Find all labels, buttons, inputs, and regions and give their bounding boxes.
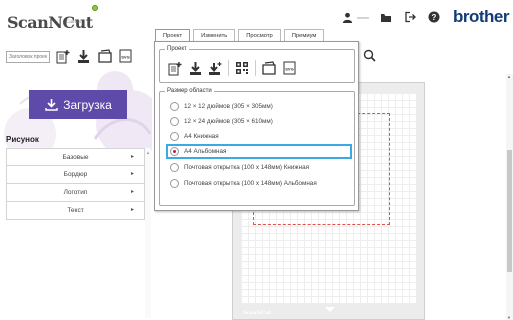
mat-arrow-icon (325, 307, 335, 312)
divider (255, 60, 256, 76)
category-label: Бордюр (63, 171, 88, 178)
category-list: Базовые ▸ Бордюр ▸ Логотип ▸ Текст ▸ (6, 148, 145, 220)
left-panel: SVG Загрузка Рисунок Базовые ▸ Бордюр ▸ … (0, 34, 152, 320)
section-title: Рисунок (6, 135, 39, 144)
download-icon[interactable] (76, 48, 91, 64)
download-plus-icon[interactable] (208, 61, 222, 76)
radio-button[interactable] (170, 102, 179, 111)
canvas-scrollbar[interactable]: ▲ ▼ (506, 74, 513, 320)
open-folder-icon[interactable] (262, 61, 276, 76)
scrollbar-thumb[interactable] (507, 150, 512, 272)
svg-text:SVG: SVG (121, 55, 129, 60)
category-label: Логотип (63, 189, 88, 196)
user-menu[interactable]: xxxxxx (340, 10, 369, 24)
brand-logo: brother (453, 7, 510, 26)
logo-subtitle: Canvas (66, 20, 81, 25)
logout-icon[interactable] (403, 10, 417, 24)
left-scrollbar[interactable]: ▲ (145, 148, 151, 318)
help-icon[interactable]: ? (427, 10, 441, 24)
category-item-text[interactable]: Текст ▸ (6, 202, 145, 220)
logo-dot-icon (92, 5, 98, 11)
scroll-up-icon[interactable]: ▲ (507, 74, 511, 79)
radio-button[interactable] (170, 132, 179, 141)
size-option-label: Почтовая открытка (100 x 148мм) Книжная (184, 164, 310, 171)
size-option-12x12[interactable]: 12 × 12 дюймов (305 × 305мм) (170, 102, 350, 111)
radio-button[interactable] (170, 117, 179, 126)
new-project-icon[interactable] (55, 48, 70, 64)
size-option-12x24[interactable]: 12 × 24 дюймов (305 × 610мм) (170, 117, 350, 126)
upload-label: Загрузка (63, 97, 112, 112)
area-size-group: Размер области 12 × 12 дюймов (305 × 305… (159, 88, 355, 206)
tab-edit[interactable]: Изменить (193, 29, 236, 41)
size-option-label: Почтовая открытка (100 x 148мм) Альбомна… (184, 180, 317, 187)
size-option-postcard-landscape[interactable]: Почтовая открытка (100 x 148мм) Альбомна… (170, 179, 350, 188)
category-item-basic[interactable]: Базовые ▸ (6, 148, 145, 166)
left-toolbar: SVG (55, 48, 133, 64)
menu-tabs: Проект Изменить Просмотр Премиум (155, 29, 325, 41)
upload-button[interactable]: Загрузка (29, 90, 127, 119)
size-option-a4-portrait[interactable]: A4 Книжная (170, 132, 350, 141)
upload-download-icon (44, 98, 58, 112)
new-project-icon[interactable] (168, 61, 182, 76)
user-icon (340, 10, 354, 24)
size-group-label: Размер области (165, 88, 214, 94)
search-icon[interactable] (362, 48, 376, 62)
size-option-label: A4 Альбомная (184, 147, 227, 155)
size-option-postcard-portrait[interactable]: Почтовая открытка (100 x 148мм) Книжная (170, 163, 350, 172)
folder-icon[interactable] (379, 10, 393, 24)
tab-view[interactable]: Просмотр (238, 29, 281, 41)
mat-logo: ScanNCut (243, 310, 272, 316)
download-icon[interactable] (188, 61, 202, 76)
project-group: Проект SVG (159, 46, 355, 83)
project-group-label: Проект (165, 46, 189, 52)
top-right-controls: xxxxxx ? brother (340, 7, 510, 27)
project-title-input[interactable] (6, 51, 50, 63)
size-option-label: 12 × 24 дюймов (305 × 610мм) (184, 118, 273, 125)
category-label: Текст (67, 207, 84, 214)
project-menu-popup: Проект SVG Размер области 12 × 12 дюймов… (154, 41, 359, 211)
chevron-right-icon: ▸ (130, 154, 134, 160)
radio-button[interactable] (170, 179, 179, 188)
radio-button[interactable] (170, 163, 179, 172)
scroll-up-icon[interactable]: ▲ (146, 150, 150, 155)
app-window: ScanNCut Canvas xxxxxx ? brother Заголов… (0, 0, 513, 320)
tab-project[interactable]: Проект (155, 29, 191, 41)
svg-icon[interactable]: SVG (282, 61, 296, 76)
size-option-a4-landscape[interactable]: A4 Альбомная (166, 144, 352, 159)
user-name: xxxxxx (357, 14, 369, 20)
category-label: Базовые (62, 153, 89, 161)
category-item-border[interactable]: Бордюр ▸ (6, 166, 145, 184)
size-option-label: A4 Книжная (184, 133, 219, 140)
chevron-right-icon: ▸ (130, 207, 134, 213)
scroll-down-icon[interactable]: ▼ (507, 315, 511, 320)
category-item-logo[interactable]: Логотип ▸ (6, 184, 145, 202)
project-icon-row: SVG (168, 60, 296, 76)
svg-text:?: ? (432, 13, 437, 22)
qr-icon[interactable] (235, 61, 249, 76)
svg-icon[interactable]: SVG (118, 48, 133, 64)
tab-premium[interactable]: Премиум (283, 29, 325, 41)
divider (228, 60, 229, 76)
radio-button-selected[interactable] (170, 147, 179, 156)
size-option-label: 12 × 12 дюймов (305 × 305мм) (184, 103, 273, 110)
svg-text:SVG: SVG (285, 67, 293, 72)
chevron-right-icon: ▸ (130, 171, 134, 177)
chevron-right-icon: ▸ (130, 189, 134, 195)
open-icon[interactable] (97, 48, 112, 64)
